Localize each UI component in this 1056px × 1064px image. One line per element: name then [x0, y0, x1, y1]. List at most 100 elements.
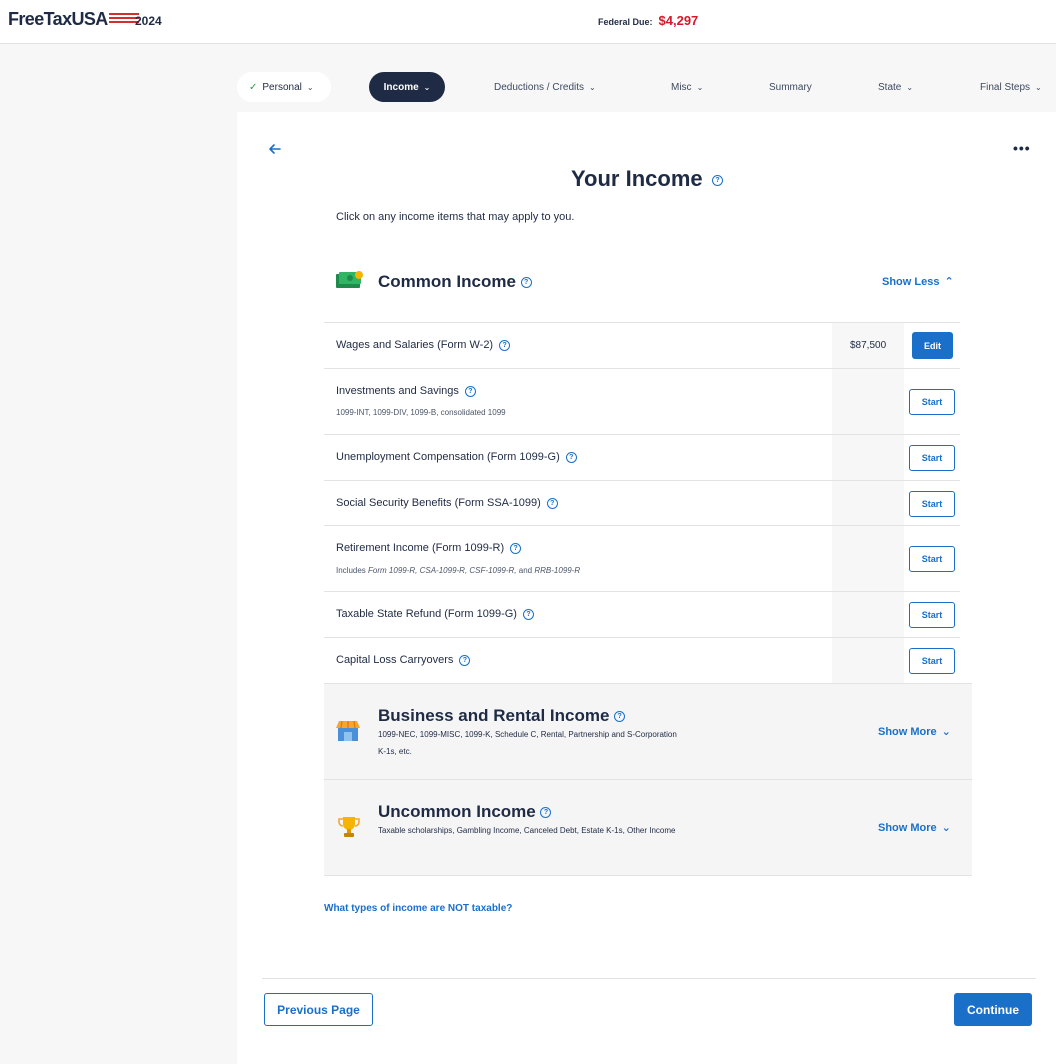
nav-tab-summary[interactable]: Summary [769, 72, 812, 102]
common-income-title: Common Income ? [378, 272, 532, 292]
nav-tab-misc-label: Misc [671, 81, 692, 93]
row-label-text: Taxable State Refund (Form 1099-G) [336, 608, 517, 620]
help-icon[interactable]: ? [459, 654, 471, 666]
chevron-down-icon: ⌄ [1035, 82, 1042, 92]
row-label-text: Investments and Savings [336, 385, 459, 397]
help-icon[interactable]: ? [520, 277, 532, 289]
business-income-section[interactable]: Business and Rental Income ? 1099-NEC, 1… [324, 683, 972, 780]
income-row-state-refund: Taxable State Refund (Form 1099-G) ? Sta… [324, 591, 960, 638]
income-row-capital-loss: Capital Loss Carryovers ? Start [324, 637, 960, 684]
continue-button[interactable]: Continue [954, 993, 1032, 1026]
row-label-text: Wages and Salaries (Form W-2) [336, 339, 494, 351]
row-label: Wages and Salaries (Form W-2) ? [336, 339, 511, 351]
money-icon [336, 270, 363, 289]
toggle-label: Show Less [882, 275, 940, 288]
uncommon-income-section[interactable]: Uncommon Income ? Taxable scholarships, … [324, 779, 972, 876]
start-button[interactable]: Start [909, 445, 955, 471]
nav-tab-state-label: State [878, 81, 902, 93]
business-income-toggle[interactable]: Show More ⌄ [878, 725, 951, 739]
amount-column [832, 638, 904, 684]
checkmark-icon: ✓ [249, 81, 258, 93]
row-sublabel: 1099-INT, 1099-DIV, 1099-B, consolidated… [336, 408, 506, 417]
chevron-down-icon: ⌄ [906, 82, 914, 92]
divider [262, 978, 1036, 979]
business-income-title: Business and Rental Income ? [378, 706, 626, 726]
nav-tab-state[interactable]: State ⌄ [878, 72, 913, 102]
common-income-title-text: Common Income [378, 272, 516, 291]
nav-tab-misc[interactable]: Misc ⌄ [671, 72, 703, 102]
row-label: Retirement Income (Form 1099-R) ? [336, 542, 522, 554]
help-icon[interactable]: ? [546, 497, 558, 509]
trophy-icon [337, 815, 361, 844]
back-arrow-icon[interactable] [268, 142, 282, 161]
row-label: Unemployment Compensation (Form 1099-G) … [336, 451, 577, 463]
logo-text: FreeTaxUSA [8, 9, 108, 29]
uncommon-income-toggle[interactable]: Show More ⌄ [878, 821, 951, 835]
start-button[interactable]: Start [909, 648, 955, 674]
edit-button[interactable]: Edit [912, 332, 953, 359]
amount-column [832, 369, 904, 435]
help-icon[interactable]: ? [464, 385, 476, 397]
nav-tab-personal-label: Personal [262, 81, 302, 93]
help-icon[interactable]: ? [540, 807, 552, 819]
income-row-unemployment: Unemployment Compensation (Form 1099-G) … [324, 434, 960, 481]
toggle-label: Show More [878, 821, 937, 834]
uncommon-income-desc: Taxable scholarships, Gambling Income, C… [378, 826, 676, 835]
previous-page-button[interactable]: Previous Page [264, 993, 373, 1026]
help-icon[interactable]: ? [614, 711, 626, 723]
chevron-up-icon: ⌃ [944, 276, 954, 288]
uncommon-income-title: Uncommon Income ? [378, 802, 552, 822]
tax-year: 2024 [135, 14, 162, 28]
nav-tab-deductions[interactable]: Deductions / Credits ⌄ [494, 72, 596, 102]
nav-tab-income[interactable]: Income ⌄ [369, 72, 445, 102]
row-label-text: Unemployment Compensation (Form 1099-G) [336, 451, 560, 463]
help-icon[interactable]: ? [565, 451, 577, 463]
row-label: Social Security Benefits (Form SSA-1099)… [336, 497, 558, 509]
row-sublabel: Includes Form 1099-R, CSA-1099-R, CSF-10… [336, 566, 580, 575]
start-button[interactable]: Start [909, 546, 955, 572]
income-row-wages: Wages and Salaries (Form W-2) ? $87,500 … [324, 322, 960, 369]
chevron-down-icon: ⌄ [696, 82, 704, 92]
chevron-down-icon: ⌄ [941, 726, 951, 738]
common-income-toggle[interactable]: Show Less ⌃ [882, 275, 954, 289]
income-row-social-security: Social Security Benefits (Form SSA-1099)… [324, 480, 960, 526]
row-label-text: Capital Loss Carryovers [336, 654, 454, 666]
start-button[interactable]: Start [909, 491, 955, 517]
uncommon-income-title-text: Uncommon Income [378, 802, 536, 821]
chevron-down-icon: ⌄ [589, 82, 596, 92]
amount-column [832, 592, 904, 638]
federal-due-amount: $4,297 [658, 13, 699, 28]
row-label: Investments and Savings ? [336, 385, 476, 397]
start-button[interactable]: Start [909, 602, 955, 628]
page-subtitle: Click on any income items that may apply… [336, 211, 575, 223]
more-dots-icon[interactable]: ••• [1013, 140, 1031, 156]
federal-due: Federal Due: $4,297 [598, 13, 698, 28]
top-bar: FreeTaxUSA 2024 Federal Due: $4,297 [0, 0, 1056, 44]
row-sublabel-and: and [518, 566, 533, 575]
business-income-title-text: Business and Rental Income [378, 706, 610, 725]
row-sublabel-prefix: Includes [336, 566, 366, 575]
freetaxusa-logo[interactable]: FreeTaxUSA [8, 9, 139, 30]
nav-tab-summary-label: Summary [769, 81, 812, 93]
income-row-investments: Investments and Savings ? 1099-INT, 1099… [324, 368, 960, 435]
nav-tab-personal[interactable]: ✓ Personal ⌄ [237, 72, 331, 102]
help-icon[interactable]: ? [510, 542, 522, 554]
nav-tab-final-steps-label: Final Steps [980, 81, 1031, 93]
amount-column [832, 435, 904, 481]
row-label-text: Social Security Benefits (Form SSA-1099) [336, 497, 541, 509]
nav-tab-final-steps[interactable]: Final Steps ⌄ [980, 72, 1042, 102]
row-label: Taxable State Refund (Form 1099-G) ? [336, 608, 534, 620]
amount-column [832, 526, 904, 592]
help-icon[interactable]: ? [522, 608, 534, 620]
toggle-label: Show More [878, 725, 937, 738]
row-sublabel-forms: Form 1099-R, CSA-1099-R, CSF-1099-R, [368, 566, 517, 575]
title-help-icon[interactable]: ? [712, 175, 723, 186]
row-label: Capital Loss Carryovers ? [336, 654, 471, 666]
not-taxable-link[interactable]: What types of income are NOT taxable? [324, 903, 512, 914]
chevron-down-icon: ⌄ [941, 822, 951, 834]
storefront-icon [336, 720, 360, 747]
nav-tab-income-label: Income [383, 81, 419, 93]
row-sublabel-last-form: RRB-1099-R [534, 566, 581, 575]
start-button[interactable]: Start [909, 389, 955, 415]
help-icon[interactable]: ? [499, 339, 511, 351]
